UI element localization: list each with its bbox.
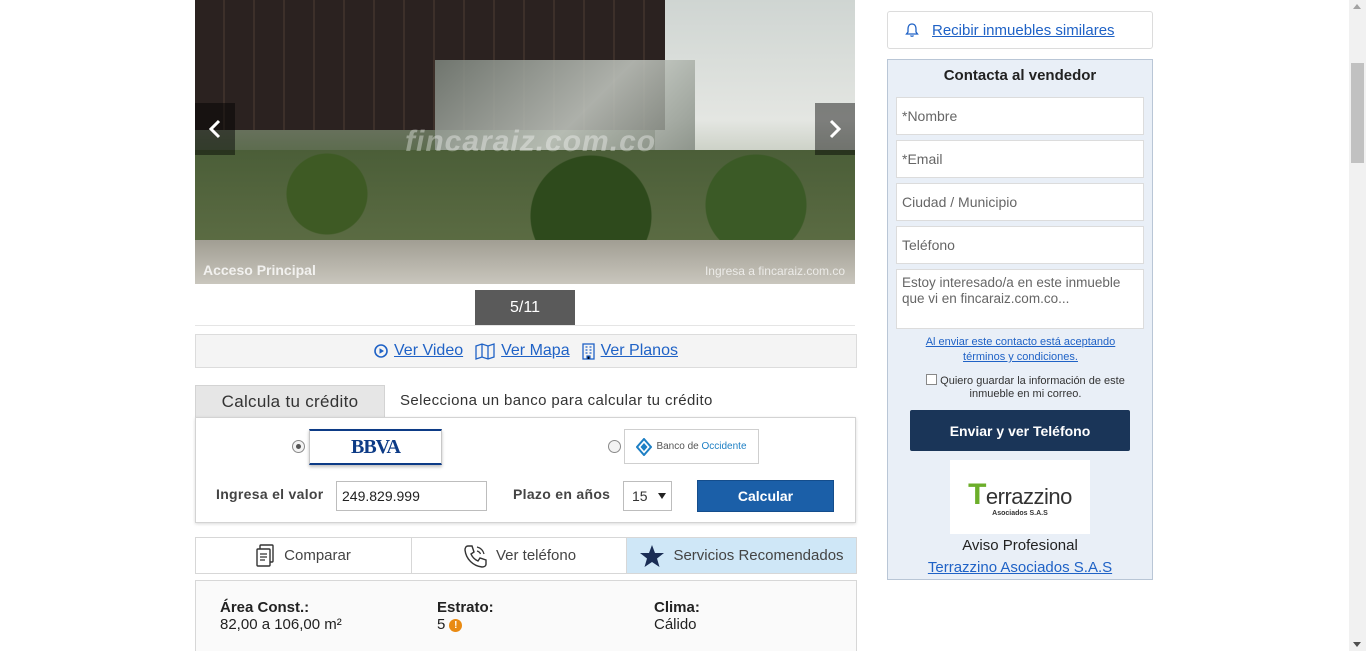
phone-field[interactable]: Teléfono	[896, 226, 1144, 264]
feature-estrato-title: Estrato:	[437, 599, 494, 616]
chevron-right-icon	[829, 119, 842, 139]
send-contact-button[interactable]: Enviar y ver Teléfono	[910, 410, 1130, 451]
agency-logo-sub: Asociados S.A.S	[992, 509, 1048, 517]
similar-properties-link[interactable]: Recibir inmuebles similares	[932, 22, 1115, 39]
view-phone-label: Ver teléfono	[495, 547, 577, 564]
chevron-left-icon	[208, 119, 221, 139]
occidente-name: Banco de Occidente	[656, 441, 746, 452]
recommended-services-label: Servicios Recomendados	[673, 547, 844, 564]
agency-logo-text: errazzino	[985, 483, 1072, 509]
email-field[interactable]: *Email	[896, 140, 1144, 178]
feature-area-title: Área Const.:	[220, 599, 310, 616]
compare-icon	[256, 543, 274, 567]
view-phone-button[interactable]: Ver teléfono	[412, 538, 627, 573]
feature-area-value: 82,00 a 106,00 m²	[220, 616, 342, 633]
feature-estrato: Estrato: 5!	[437, 599, 494, 633]
term-select-value: 15	[632, 488, 648, 504]
scroll-thumb[interactable]	[1351, 63, 1364, 163]
agency-logo[interactable]: Terrazzino Asociados S.A.S	[950, 460, 1090, 534]
credit-subtitle: Selecciona un banco para calcular tu cré…	[400, 392, 713, 409]
floorplans-link[interactable]: Ver Planos	[581, 342, 678, 360]
photo-bottom-watermark: Ingresa a fincaraiz.com.co	[704, 264, 845, 278]
page: fincaraiz.com.co Acceso Principal Ingres…	[0, 0, 1366, 651]
scroll-down-arrow[interactable]	[1353, 642, 1361, 647]
bank-logo-occidente[interactable]: Banco de Occidente	[624, 429, 759, 464]
gallery-next-button[interactable]	[815, 103, 855, 155]
property-value-input[interactable]: 249.829.999	[336, 481, 487, 511]
professional-notice: Aviso Profesional	[962, 537, 1078, 554]
credit-calculator-tab[interactable]: Calcula tu crédito	[195, 385, 385, 418]
occidente-logo-icon	[636, 437, 653, 456]
compare-label: Comparar	[284, 547, 351, 564]
feature-clima-title: Clima:	[654, 599, 700, 616]
occidente-name-part2: Occidente	[701, 441, 747, 452]
credit-calculator: BBVA Banco de Occidente Ingresa el valor…	[195, 417, 856, 523]
save-info-label: Quiero guardar la información de este in…	[940, 375, 1125, 400]
info-icon[interactable]: !	[449, 618, 463, 632]
map-link-label: Ver Mapa	[501, 342, 570, 359]
floorplans-link-label: Ver Planos	[600, 342, 678, 359]
bell-icon	[905, 23, 919, 37]
caret-down-icon	[658, 493, 666, 499]
value-label: Ingresa el valor	[216, 486, 324, 502]
star-icon	[640, 544, 665, 567]
building-icon	[581, 342, 595, 360]
occidente-name-part1: Banco de	[656, 441, 699, 452]
video-link[interactable]: Ver Video	[374, 342, 463, 360]
agency-logo-word: Terrazzino	[968, 477, 1072, 511]
name-field[interactable]: *Nombre	[896, 97, 1144, 135]
save-info-checkbox[interactable]	[926, 374, 938, 385]
feature-clima-value: Cálido	[654, 616, 697, 633]
play-circle-icon	[374, 344, 388, 358]
property-features: Área Const.: 82,00 a 106,00 m² Estrato: …	[195, 580, 857, 651]
feature-area: Área Const.: 82,00 a 106,00 m²	[220, 599, 342, 633]
similar-properties-box: Recibir inmuebles similares	[887, 11, 1153, 49]
contact-title: Contacta al vendedor	[943, 67, 1097, 84]
media-links-bar: Ver Video Ver Mapa Ver Planos	[195, 334, 857, 368]
property-actions: Comparar Ver teléfono Servicios Recomend…	[195, 537, 857, 574]
video-link-label: Ver Video	[394, 342, 464, 359]
calculate-button[interactable]: Calcular	[697, 480, 834, 512]
page-scrollbar[interactable]	[1349, 0, 1366, 651]
terms-link[interactable]: Al enviar este contacto está aceptando t…	[908, 335, 1133, 365]
contact-seller-form: Contacta al vendedor *Nombre *Email Ciud…	[887, 59, 1153, 580]
bank-logo-bbva[interactable]: BBVA	[309, 429, 442, 465]
bank-radio-occidente[interactable]	[608, 440, 621, 453]
property-photo-gallery[interactable]: fincaraiz.com.co Acceso Principal Ingres…	[195, 0, 855, 284]
gallery-prev-button[interactable]	[195, 103, 235, 155]
photo-counter: 5/11	[475, 290, 575, 326]
bank-radio-bbva[interactable]	[292, 440, 305, 453]
city-field[interactable]: Ciudad / Municipio	[896, 183, 1144, 221]
feature-estrato-value: 5	[437, 616, 446, 633]
agency-link[interactable]: Terrazzino Asociados S.A.S	[888, 559, 1152, 576]
feature-clima: Clima: Cálido	[654, 599, 700, 633]
term-label: Plazo en años	[513, 486, 611, 502]
map-link[interactable]: Ver Mapa	[475, 342, 570, 360]
scroll-up-arrow[interactable]	[1353, 4, 1361, 9]
phone-icon	[464, 544, 487, 568]
photo-watermark: fincaraiz.com.co	[405, 125, 657, 158]
compare-button[interactable]: Comparar	[196, 538, 412, 573]
map-icon	[475, 342, 495, 360]
message-textarea[interactable]: Estoy interesado/a en este inmueble que …	[896, 269, 1144, 329]
feature-estrato-row: 5!	[437, 616, 494, 633]
divider	[195, 325, 855, 326]
save-info-row: Quiero guardar la información de este in…	[913, 374, 1138, 401]
term-select[interactable]: 15	[623, 481, 672, 511]
photo-caption: Acceso Principal	[203, 262, 316, 278]
recommended-services-button[interactable]: Servicios Recomendados	[627, 538, 856, 573]
